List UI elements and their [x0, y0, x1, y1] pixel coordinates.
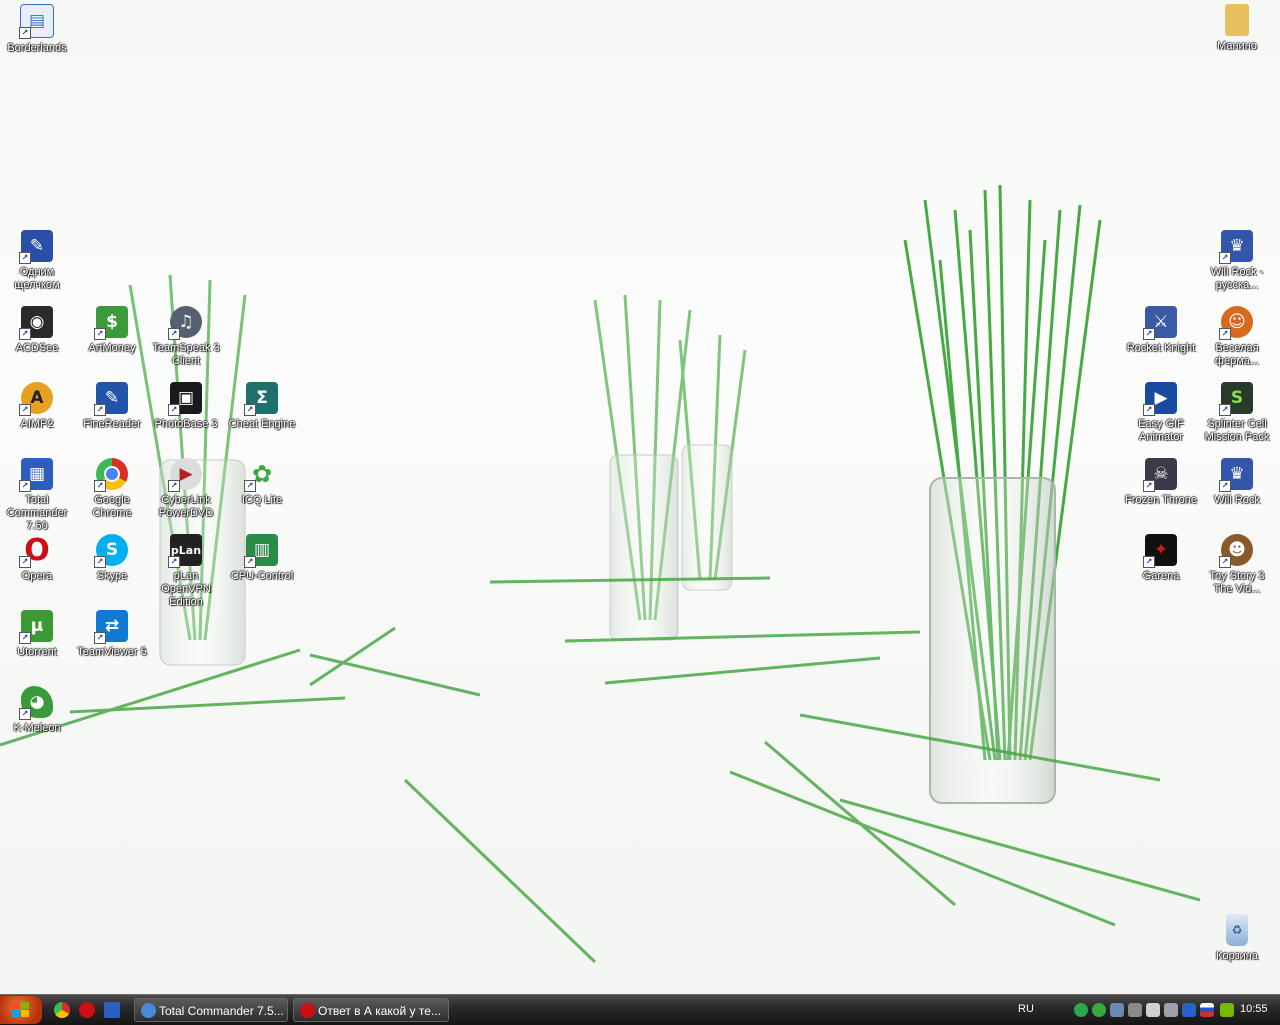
total-commander-icon: ▦ ↗ [19, 458, 53, 492]
icq-icon: ✿ ↗ [244, 458, 278, 492]
monitor-icon[interactable] [1110, 1003, 1124, 1017]
messenger-icon[interactable] [1092, 1003, 1106, 1017]
desktop-icon-rocket-knight[interactable]: ⚔ ↗ Rocket Knight [1123, 306, 1199, 355]
plan-openvpn-icon: pLan ↗ [168, 534, 202, 568]
desktop-icon-recycle-bin[interactable]: ♻ Корзина [1199, 914, 1275, 963]
desktop-icon-funny-farm[interactable]: ☺ ↗ Веселая ферма... [1199, 306, 1275, 368]
easy-gif-icon: ▶ ↗ [1143, 382, 1177, 416]
desktop-icon-acdsee[interactable]: ◉ ↗ ACDSee [0, 306, 75, 355]
desktop-icon-borderlands[interactable]: ▤ ↗ Borderlands [0, 4, 75, 55]
desktop-icon-skype[interactable]: S ↗ Skype [74, 534, 150, 583]
k-meleon-icon: ◕ ↗ [19, 686, 53, 720]
quick-launch-chrome-icon[interactable] [54, 1002, 70, 1018]
task-opera-answer[interactable]: Ответ в А какой у те... [293, 998, 449, 1022]
teamspeak-icon: ♫ ↗ [168, 306, 202, 340]
network-icon[interactable] [1074, 1003, 1088, 1017]
one-click-icon: ✎ ↗ [19, 230, 53, 264]
task-total-commander[interactable]: Total Commander 7.5... [134, 998, 288, 1022]
frozen-throne-icon: ☠ ↗ [1143, 458, 1177, 492]
acdsee-icon: ◉ ↗ [19, 306, 53, 340]
rocket-knight-icon: ⚔ ↗ [1143, 306, 1177, 340]
cpu-control-icon: ▥ ↗ [244, 534, 278, 568]
nvidia-icon[interactable] [1220, 1003, 1234, 1017]
utorrent-icon: µ ↗ [19, 610, 53, 644]
desktop-icon-cpu-control[interactable]: ▥ ↗ CPU-Control [224, 534, 300, 583]
desktop-icon-teamviewer[interactable]: ⇄ ↗ TeamViewer 5 [74, 610, 150, 659]
windows-logo-icon [12, 1002, 29, 1017]
desktop-icon-finereader[interactable]: ✎ ↗ FineReader [74, 382, 150, 431]
finereader-icon: ✎ ↗ [94, 382, 128, 416]
teamviewer-icon: ⇄ ↗ [94, 610, 128, 644]
flag-ru-icon[interactable] [1200, 1003, 1214, 1017]
desktop-icon-photobase[interactable]: ▣ ↗ PhotoBase 3 [148, 382, 224, 431]
desktop-icon-garena[interactable]: ✦ ↗ Garena [1123, 534, 1199, 583]
desktop-icon-artmoney[interactable]: $ ↗ ArtMoney [74, 306, 150, 355]
desktop-icon-utorrent[interactable]: µ ↗ Utorrent [0, 610, 75, 659]
artmoney-icon: $ ↗ [94, 306, 128, 340]
quick-launch-show-desktop-icon[interactable] [104, 1002, 120, 1018]
desktop-icon-total-commander[interactable]: ▦ ↗ Total Commander 7.50 [0, 458, 75, 533]
desktop-icon-k-meleon[interactable]: ◕ ↗ K-Meleon [0, 686, 75, 735]
skype-icon: S ↗ [94, 534, 128, 568]
desktop-icon-plan-openvpn[interactable]: pLan ↗ pLan OpenVPN Edition [148, 534, 224, 609]
desktop-icon-opera[interactable]: O ↗ Opera [0, 533, 75, 583]
folder-icon [1225, 4, 1249, 36]
powerdvd-icon: ▶ ↗ [168, 458, 202, 492]
start-button[interactable] [0, 996, 42, 1024]
taskbar: Total Commander 7.5... Ответ в А какой у… [0, 994, 1280, 1025]
desktop-icon-one-click[interactable]: ✎ ↗ Одним щелчком [0, 230, 75, 292]
chrome-icon [141, 1003, 156, 1018]
desktop-icon-easy-gif[interactable]: ▶ ↗ Easy GIF Animator [1123, 382, 1199, 444]
borderlands-icon: ▤ ↗ [19, 4, 54, 39]
desktop-icon-chrome[interactable]: ↗ Google Chrome [74, 458, 150, 520]
bluetooth-icon[interactable] [1182, 1003, 1196, 1017]
recycle-bin-icon: ♻ [1226, 914, 1248, 946]
will-rock-icon: ♛ ↗ [1219, 458, 1253, 492]
cheat-engine-icon: Σ ↗ [244, 382, 278, 416]
funny-farm-icon: ☺ ↗ [1219, 306, 1253, 340]
aimp-icon: A ↗ [19, 382, 53, 416]
clock[interactable]: 10:55 [1240, 1003, 1268, 1015]
quick-launch-opera-icon[interactable] [79, 1002, 95, 1018]
desktop-icon-toy-story[interactable]: ☻ ↗ Toy Story 3 The Vid... [1199, 534, 1275, 596]
desktop-icon-will-rock-ru[interactable]: ♛ ↗ Will Rock - русска... [1199, 230, 1275, 292]
desktop-icon-aimp[interactable]: A ↗ AIMP2 [0, 382, 75, 431]
language-indicator[interactable]: RU [1018, 1003, 1034, 1015]
toy-story-icon: ☻ ↗ [1219, 534, 1253, 568]
security-icon[interactable] [1164, 1003, 1178, 1017]
desktop-icon-cheat-engine[interactable]: Σ ↗ Cheat Engine [224, 382, 300, 431]
chrome-icon: ↗ [94, 458, 128, 492]
splinter-cell-icon: S ↗ [1219, 382, 1253, 416]
desktop-icon-manino-folder[interactable]: Манино [1199, 4, 1275, 53]
desktop-icon-icq[interactable]: ✿ ↗ ICQ Lite [224, 458, 300, 507]
will-rock-ru-icon: ♛ ↗ [1219, 230, 1253, 264]
opera-icon [300, 1003, 315, 1018]
desktop-icon-teamspeak[interactable]: ♫ ↗ TeamSpeak 3 Client [148, 306, 224, 368]
desktop-icon-frozen-throne[interactable]: ☠ ↗ Frozen Throne [1123, 458, 1199, 507]
desktop-icon-splinter-cell[interactable]: S ↗ Splinter Cell Mission Pack [1199, 382, 1275, 444]
opera-icon: O ↗ [19, 533, 53, 568]
photobase-icon: ▣ ↗ [168, 382, 202, 416]
desktop-icon-will-rock[interactable]: ♛ ↗ Will Rock [1199, 458, 1275, 507]
desktop-icon-powerdvd[interactable]: ▶ ↗ CyberLink PowerDVD [148, 458, 224, 520]
connection-icon[interactable] [1128, 1003, 1142, 1017]
garena-icon: ✦ ↗ [1143, 534, 1177, 568]
desktop[interactable]: ▤ ↗ Borderlands ✎ ↗ Одним щелчком ◉ ↗ ACDSe… [0, 0, 1280, 994]
volume-icon[interactable] [1146, 1003, 1160, 1017]
